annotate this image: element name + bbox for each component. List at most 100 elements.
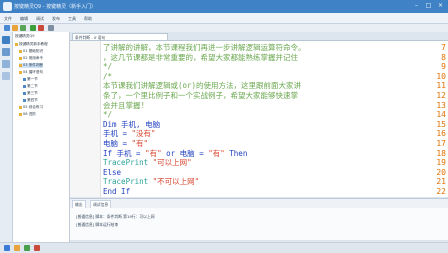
code-line[interactable]: Else [103, 168, 121, 178]
code-token: Dim 手机, 电脑 [103, 119, 161, 129]
stop-icon[interactable] [38, 25, 44, 31]
line-number: 9 [441, 62, 446, 72]
open-icon[interactable] [12, 25, 18, 31]
line-number: 13 [436, 100, 446, 110]
save-icon[interactable] [20, 25, 26, 31]
line-number: 19 [436, 158, 446, 168]
code-token: ，这几节课都是非常重要的，希望大家都能熟练掌握并记住 [103, 52, 298, 62]
code-token: "有" [208, 148, 225, 158]
ui-icon[interactable] [2, 72, 10, 80]
tree-item[interactable]: 按键精灵新手教程 [15, 42, 48, 47]
code-token: "不可以上网" [152, 177, 200, 187]
line-number: 21 [436, 177, 446, 187]
code-token: */ [103, 62, 113, 72]
line-number: 16 [436, 129, 446, 139]
output-line: [普通信息] 脚本运行结束 [76, 222, 119, 227]
toolbar [0, 24, 448, 32]
code-token: 本节课我们讲解逻辑或(or)的使用方法，这里跟前面大家讲 [103, 81, 302, 91]
browser-icon[interactable] [34, 245, 40, 251]
line-number: 20 [436, 167, 446, 177]
debug-icon[interactable] [48, 25, 54, 31]
code-line[interactable]: If 手机 = "有" or 电脑 = "有" Then [103, 149, 247, 159]
tree-item[interactable]: 02 常用命令 [19, 56, 43, 61]
code-token: or 电脑 = [161, 148, 209, 158]
script-tree-panel: 按键精灵Q9 按键精灵新手教程 01 基础知识 02 常用命令 03 条件判断 … [13, 32, 70, 242]
code-token: */ [103, 110, 113, 120]
editor-tab-bar: 条件判断 - If 语句 [70, 32, 448, 41]
code-token: TracePrint [103, 177, 153, 187]
start-icon[interactable] [4, 245, 10, 251]
code-token: "有" [131, 139, 149, 148]
code-line[interactable]: 了讲解的讲解，本节课程我们再进一步讲解逻辑运算符命令。 [103, 43, 306, 53]
code-line[interactable]: TracePrint "不可以上网" [103, 177, 199, 187]
code-token: End If [103, 187, 131, 196]
close-button[interactable]: × [436, 2, 445, 10]
line-number-gutter [70, 41, 101, 197]
tab-output[interactable]: 输出 [72, 200, 86, 208]
line-number: 14 [436, 110, 446, 120]
menu-debug[interactable]: 调试 [36, 16, 44, 22]
output-panel: [普通信息] 脚本：条件判断 第19行：可以上网 [普通信息] 脚本运行结束 [70, 208, 448, 240]
run-icon[interactable] [30, 25, 36, 31]
title-bar: 按键精灵Q9 - 按键精灵（新手入门） – □ × [0, 0, 448, 13]
maximize-button[interactable]: □ [424, 2, 433, 10]
minimize-button[interactable]: – [412, 2, 421, 10]
tree-item[interactable]: 第二节 [23, 84, 38, 89]
code-token: 手机 = [103, 129, 132, 139]
menu-publish[interactable]: 发布 [52, 16, 60, 22]
tab-debug-info[interactable]: 调试信息 [90, 200, 112, 208]
new-icon[interactable] [4, 25, 10, 31]
line-number: 12 [436, 91, 446, 100]
menu-file[interactable]: 文件 [4, 16, 12, 22]
editor-tab[interactable]: 条件判断 - If 语句 [72, 33, 168, 40]
line-number: 10 [436, 71, 446, 81]
code-line[interactable]: */ [103, 110, 112, 120]
tree-item[interactable]: 04 循环语句 [19, 70, 43, 75]
code-token: Then [224, 148, 248, 158]
tree-item[interactable]: 01 基础知识 [19, 49, 43, 54]
code-token: /* [103, 71, 113, 81]
tree-item[interactable]: 第三节 [23, 91, 38, 96]
line-number: 8 [441, 52, 446, 62]
menu-edit[interactable]: 编辑 [20, 16, 28, 22]
folder-icon[interactable] [14, 245, 20, 251]
code-editor[interactable]: 7 了讲解的讲解，本节课程我们再进一步讲解逻辑运算符命令。 8 ，这几节课都是非常重要… [70, 41, 448, 197]
code-token: 会并且掌握! [103, 100, 146, 110]
code-line[interactable]: TracePrint "可以上网" [103, 158, 192, 168]
code-token: Else [103, 167, 122, 177]
line-number: 7 [441, 43, 446, 52]
taskbar [0, 242, 448, 253]
code-line[interactable]: 会并且掌握! [103, 101, 145, 111]
app-taskbar-icon[interactable] [24, 245, 30, 251]
line-number: 18 [436, 148, 446, 158]
code-token: 电脑 = [103, 139, 132, 148]
code-line[interactable]: ，这几节课都是非常重要的，希望大家都能熟练掌握并记住 [103, 53, 298, 63]
menu-bar: 文件 编辑 调试 发布 工具 帮助 [0, 13, 448, 24]
command-icon[interactable] [2, 48, 10, 56]
tree-item-selected[interactable]: 03 条件判断 [19, 63, 44, 68]
code-line[interactable]: 电脑 = "有" [103, 139, 148, 149]
menu-help[interactable]: 帮助 [84, 16, 92, 22]
code-token: 了讲解的讲解，本节课程我们再进一步讲解逻辑运算符命令。 [103, 43, 306, 52]
output-line: [普通信息] 脚本：条件判断 第19行：可以上网 [76, 214, 155, 219]
code-token: If 手机 = [103, 148, 146, 158]
script-icon[interactable] [2, 36, 10, 44]
code-line[interactable]: */ [103, 62, 112, 72]
code-token: TracePrint [103, 158, 153, 168]
code-line[interactable]: 手机 = "没有" [103, 129, 156, 139]
menu-tools[interactable]: 工具 [68, 16, 76, 22]
plugin-icon[interactable] [2, 60, 10, 68]
code-line[interactable]: 条了，一个里比例子和一个实战例子，希望大家能够快速掌 [103, 91, 298, 101]
code-line[interactable]: End If [103, 187, 130, 197]
tree-item[interactable]: 第四节 [23, 98, 38, 103]
line-number: 15 [436, 119, 446, 129]
tree-item[interactable]: 06 进阶 [19, 112, 36, 117]
line-number: 11 [436, 81, 446, 91]
tree-item[interactable]: 05 综合练习 [19, 105, 43, 110]
code-line[interactable]: 本节课我们讲解逻辑或(or)的使用方法，这里跟前面大家讲 [103, 81, 301, 91]
code-token: "可以上网" [152, 158, 192, 168]
tree-item[interactable]: 第一节 [23, 77, 38, 82]
left-sidebar [0, 32, 13, 242]
line-number: 17 [436, 139, 446, 148]
window-title: 按键精灵Q9 - 按键精灵（新手入门） [14, 4, 97, 10]
